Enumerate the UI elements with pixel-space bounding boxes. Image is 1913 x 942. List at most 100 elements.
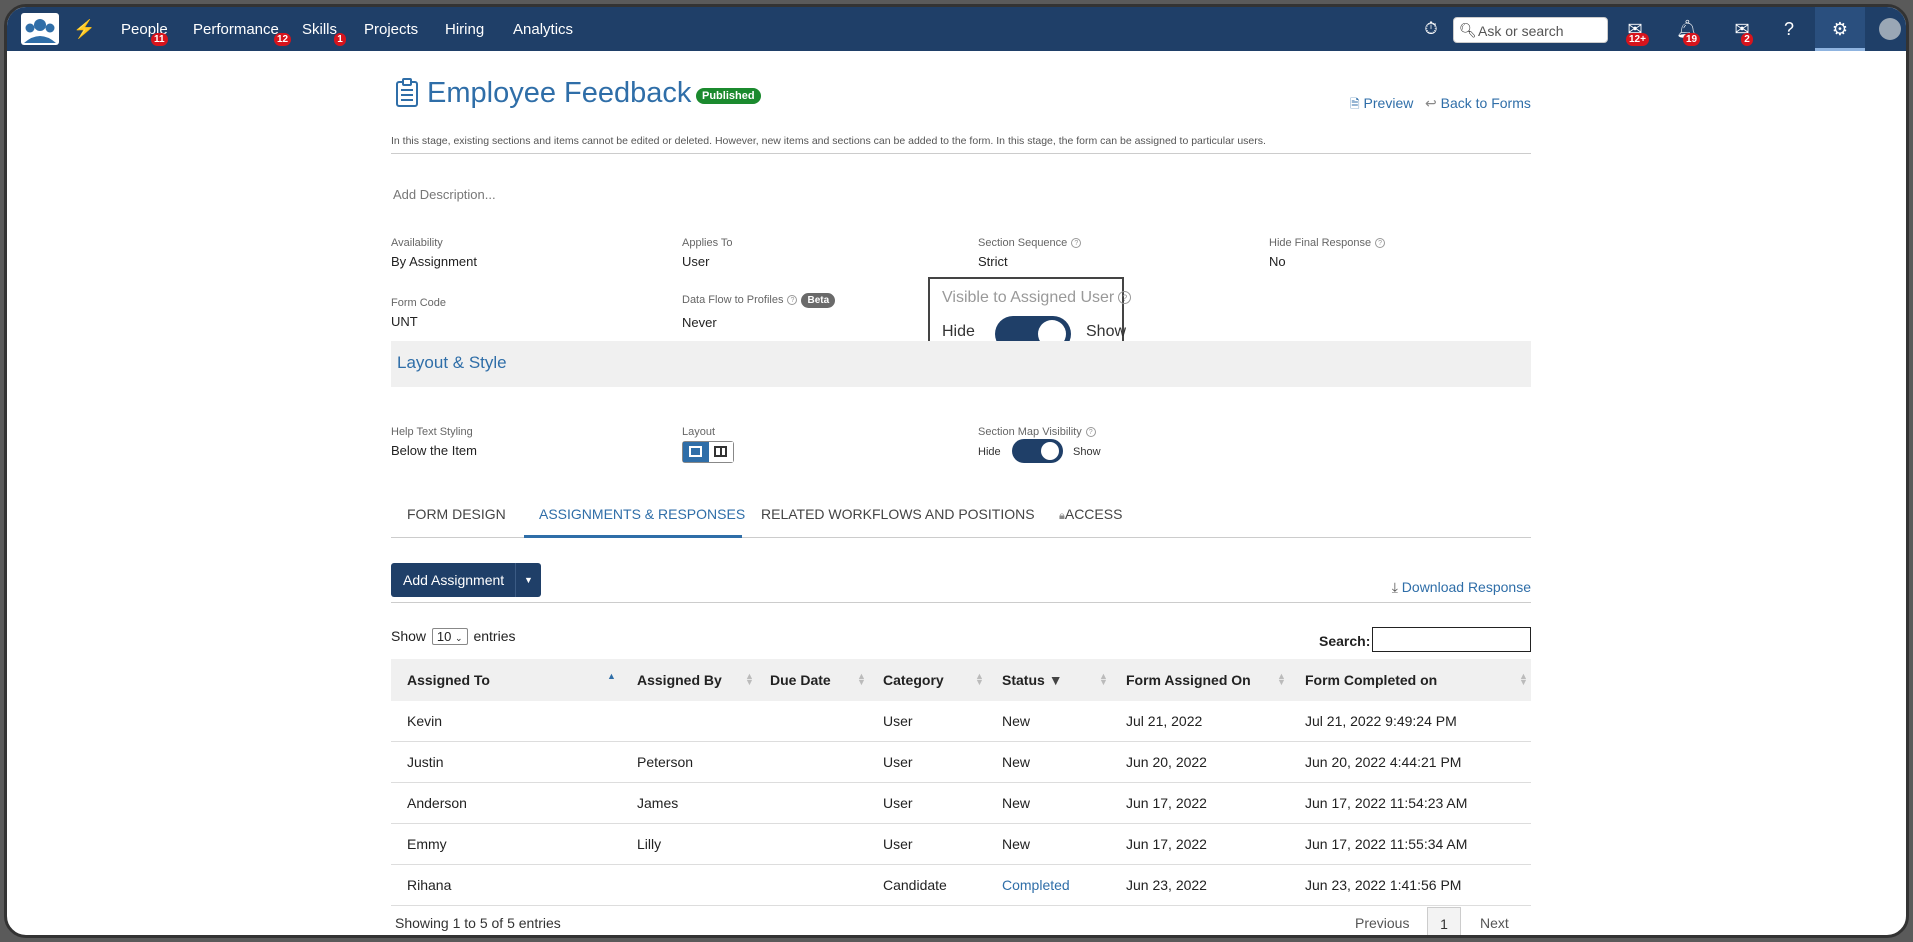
table-row[interactable]: Emmy Lilly User New Jun 17, 2022 Jun 17,… xyxy=(391,824,1531,865)
search-icon: 🔍︎ xyxy=(1459,22,1477,38)
pager-previous[interactable]: Previous xyxy=(1355,915,1409,931)
col-form-assigned-on[interactable]: Form Assigned On xyxy=(1126,672,1251,688)
nav-performance-badge: 12 xyxy=(274,33,292,46)
cell-completed-on: Jun 23, 2022 1:41:56 PM xyxy=(1305,877,1462,893)
timer-off-icon[interactable]: ⏱ xyxy=(1420,18,1442,40)
col-status-label: Status xyxy=(1002,672,1045,688)
cell-category: User xyxy=(883,754,913,770)
nav-performance[interactable]: Performance xyxy=(193,21,279,38)
pager-next[interactable]: Next xyxy=(1480,915,1509,931)
gear-icon: ⚙ xyxy=(1831,19,1849,39)
tab-access-label: ACCESS xyxy=(1064,506,1123,522)
col-assigned-to[interactable]: Assigned To xyxy=(407,672,490,688)
sort-icon[interactable]: ▲ ▼ xyxy=(1099,672,1108,687)
app-logo[interactable] xyxy=(21,13,59,45)
toggle-hide-label: Hide xyxy=(942,323,975,340)
layout-selector xyxy=(682,441,734,463)
nav-hiring[interactable]: Hiring xyxy=(445,21,484,38)
layout-style-section: Layout & Style xyxy=(391,341,1531,387)
help-circle-icon[interactable]: ? xyxy=(1085,427,1096,438)
form-code-label: Form Code xyxy=(391,297,447,309)
cell-completed-on: Jun 17, 2022 11:55:34 AM xyxy=(1305,836,1468,852)
global-search-input[interactable]: 🔍︎ Ask or search xyxy=(1453,17,1608,43)
col-due-date[interactable]: Due Date xyxy=(770,672,831,688)
toolbar-divider xyxy=(391,602,1531,603)
stage-note: In this stage, existing sections and ite… xyxy=(391,135,1531,154)
cell-assigned-to: Emmy xyxy=(407,836,447,852)
avatar[interactable] xyxy=(1879,18,1901,40)
sort-icon[interactable]: ▲ ▼ xyxy=(745,672,754,687)
download-response-link[interactable]: ⤓ Download Response xyxy=(1392,579,1531,596)
section-map-toggle[interactable] xyxy=(1012,439,1063,463)
table-search-input[interactable] xyxy=(1372,627,1531,652)
col-form-completed-on[interactable]: Form Completed on xyxy=(1305,672,1437,688)
cell-status-link[interactable]: Completed xyxy=(1002,877,1070,893)
sort-icon[interactable]: ▲ ▼ xyxy=(975,672,984,687)
section-sequence-text: Section Sequence xyxy=(978,237,1068,249)
sort-asc-icon[interactable]: ▲ xyxy=(607,672,616,681)
cell-assigned-to: Rihana xyxy=(407,877,452,893)
notifications-badge: 19 xyxy=(1683,33,1701,46)
cell-assigned-on: Jun 17, 2022 xyxy=(1126,836,1207,852)
pager-current-page[interactable]: 1 xyxy=(1427,907,1461,935)
tab-form-design[interactable]: FORM DESIGN xyxy=(407,506,506,522)
entries-select[interactable]: 10 ⌄ xyxy=(431,628,468,645)
hide-final-response-value: No xyxy=(1269,254,1286,269)
table-row[interactable]: Kevin User New Jul 21, 2022 Jul 21, 2022… xyxy=(391,701,1531,742)
tab-assignments-responses[interactable]: ASSIGNMENTS & RESPONSES xyxy=(539,506,745,522)
help-circle-icon[interactable]: ? xyxy=(1118,291,1132,305)
cell-category: User xyxy=(883,713,913,729)
add-description-field[interactable]: Add Description... xyxy=(393,187,496,202)
cell-assigned-by: James xyxy=(637,795,679,811)
back-to-forms-link[interactable]: ↩ Back to Forms xyxy=(1425,95,1531,112)
help-icon[interactable]: ? xyxy=(1778,18,1800,40)
nav-projects[interactable]: Projects xyxy=(364,21,418,38)
help-circle-icon[interactable]: ? xyxy=(1071,238,1082,249)
preview-link[interactable]: 🗎︎ Preview xyxy=(1350,95,1413,116)
cell-completed-on: Jul 21, 2022 9:49:24 PM xyxy=(1305,713,1457,729)
col-assigned-by[interactable]: Assigned By xyxy=(637,672,722,688)
layout-two-column-option[interactable] xyxy=(709,442,733,462)
dropdown-caret-icon[interactable]: ▼ xyxy=(515,563,541,597)
table-row[interactable]: Anderson James User New Jun 17, 2022 Jun… xyxy=(391,783,1531,824)
form-code-value: UNT xyxy=(391,314,418,329)
cell-assigned-on: Jul 21, 2022 xyxy=(1126,713,1203,729)
layout-style-title: Layout & Style xyxy=(397,353,507,372)
visible-to-assigned-label: Visible to Assigned User? xyxy=(942,289,1132,307)
help-circle-icon[interactable]: ? xyxy=(787,295,798,306)
cell-assigned-to: Kevin xyxy=(407,713,443,729)
inbox-badge: 12+ xyxy=(1626,33,1649,46)
layout-single-column-option[interactable] xyxy=(683,442,709,462)
nav-skills[interactable]: Skills xyxy=(302,21,337,38)
nav-analytics[interactable]: Analytics xyxy=(513,21,573,38)
sort-icon[interactable]: ▲ ▼ xyxy=(857,672,866,687)
sort-icon[interactable]: ▲ ▼ xyxy=(1519,672,1528,687)
sort-icon[interactable]: ▲ ▼ xyxy=(1277,672,1286,687)
add-assignment-button[interactable]: Add Assignment ▼ xyxy=(391,563,541,597)
back-label: Back to Forms xyxy=(1440,95,1531,111)
top-navigation: ⚡ People 11 Performance 12 Skills 1 Proj… xyxy=(7,7,1906,51)
tab-related-workflows[interactable]: RELATED WORKFLOWS AND POSITIONS xyxy=(761,506,1035,522)
applies-to-value: User xyxy=(682,254,710,269)
filter-icon[interactable]: ▼ xyxy=(1049,672,1063,688)
table-info: Showing 1 to 5 of 5 entries xyxy=(395,915,561,931)
col-category[interactable]: Category xyxy=(883,672,944,688)
cell-assigned-by: Peterson xyxy=(637,754,694,770)
tab-access[interactable]: 🔒︎ACCESS xyxy=(1059,506,1122,523)
nav-performance-label: Performance xyxy=(193,21,279,38)
layout-label: Layout xyxy=(682,426,716,438)
data-flow-text: Data Flow to Profiles xyxy=(682,294,784,306)
cell-status: New xyxy=(1002,836,1031,852)
table-row[interactable]: Rihana Candidate Completed Jun 23, 2022 … xyxy=(391,865,1531,906)
table-row[interactable]: Justin Peterson User New Jun 20, 2022 Ju… xyxy=(391,742,1531,783)
section-map-show-label: Show xyxy=(1073,446,1101,458)
settings-tab[interactable]: ⚙ xyxy=(1815,7,1865,51)
lightning-icon[interactable]: ⚡ xyxy=(73,18,95,40)
availability-value: By Assignment xyxy=(391,254,477,269)
messages-badge: 2 xyxy=(1741,33,1753,46)
col-status[interactable]: Status ▼ xyxy=(1002,672,1063,688)
cell-assigned-to: Justin xyxy=(407,754,444,770)
entries-label: entries xyxy=(473,628,516,644)
help-circle-icon[interactable]: ? xyxy=(1375,238,1386,249)
cell-assigned-on: Jun 17, 2022 xyxy=(1126,795,1207,811)
